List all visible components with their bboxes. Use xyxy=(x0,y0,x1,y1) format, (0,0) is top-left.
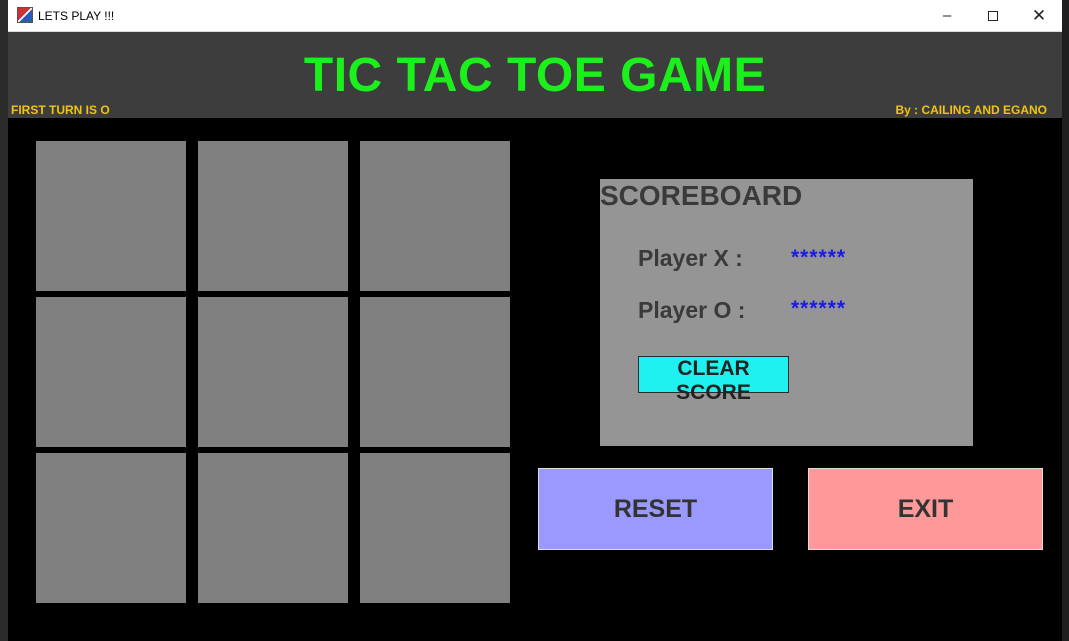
reset-button[interactable]: RESET xyxy=(538,468,773,550)
clear-score-button[interactable]: CLEAR SCORE xyxy=(638,356,789,404)
board-cell-6[interactable] xyxy=(360,297,510,447)
player-o-score: ****** xyxy=(791,297,847,320)
game-window: LETS PLAY !!! – ✕ TIC TAC TOE GAME FIRST… xyxy=(8,0,1062,641)
board-cell-5[interactable] xyxy=(198,297,348,447)
board-cell-3[interactable] xyxy=(360,141,510,291)
desktop-background xyxy=(1062,0,1069,641)
turn-label: FIRST TURN IS O xyxy=(11,103,110,117)
scoreboard-title: SCOREBOARD xyxy=(600,180,803,211)
maximize-button[interactable] xyxy=(970,0,1016,31)
game-title: TIC TAC TOE GAME xyxy=(303,49,767,102)
scoreboard-panel: SCOREBOARD Player X : ****** Player O : … xyxy=(600,179,973,446)
board-cell-8[interactable] xyxy=(198,453,348,603)
board-cell-9[interactable] xyxy=(360,453,510,603)
board-cell-2[interactable] xyxy=(198,141,348,291)
board-cell-1[interactable] xyxy=(36,141,186,291)
player-x-label: Player X : xyxy=(638,245,743,271)
minimize-button[interactable]: – xyxy=(924,0,970,31)
title-bar: LETS PLAY !!! – ✕ xyxy=(8,0,1062,32)
player-o-label: Player O : xyxy=(638,297,746,323)
window-title: LETS PLAY !!! xyxy=(38,9,115,23)
close-button[interactable]: ✕ xyxy=(1016,0,1062,31)
board-cell-4[interactable] xyxy=(36,297,186,447)
player-x-score: ****** xyxy=(791,246,847,269)
author-label: By : CAILING AND EGANO xyxy=(895,103,1047,117)
header-panel: TIC TAC TOE GAME FIRST TURN IS O By : CA… xyxy=(8,32,1062,118)
exit-button[interactable]: EXIT xyxy=(808,468,1043,550)
board-cell-7[interactable] xyxy=(36,453,186,603)
java-app-icon xyxy=(17,7,33,23)
maximize-icon xyxy=(988,10,998,21)
